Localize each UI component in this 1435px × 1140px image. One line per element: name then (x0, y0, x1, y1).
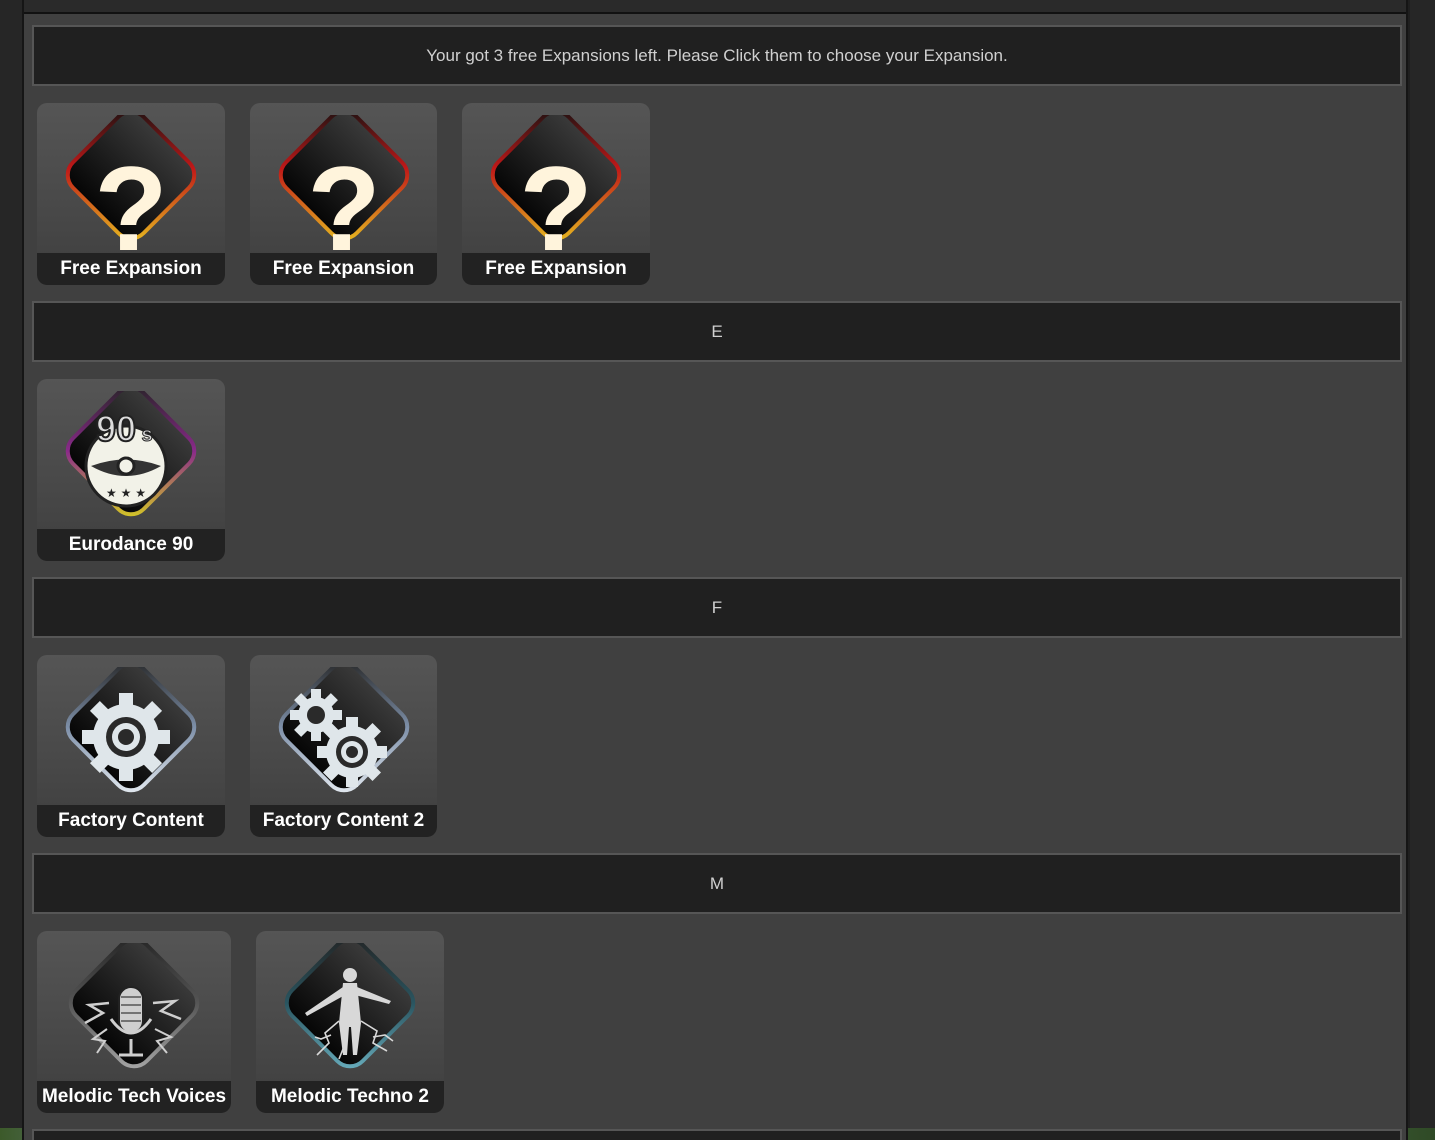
section-header-f: F (32, 577, 1402, 638)
figure-lightning-icon (284, 943, 416, 1069)
expansion-tile-eurodance-90[interactable]: 90 s ★ ★ ★ Eurodance 90 (37, 379, 225, 561)
top-bar (24, 0, 1406, 14)
question-mark-icon: ? (65, 115, 197, 265)
left-margin (0, 0, 22, 1140)
section-letter: M (709, 873, 725, 893)
gear-icon (65, 667, 197, 793)
expansion-tile-factory-content-2[interactable]: Factory Content 2 (250, 655, 437, 837)
tile-label: Melodic Tech Voices (37, 1081, 231, 1113)
svg-text:90: 90 (96, 408, 136, 449)
free-expansion-notice: Your got 3 free Expansions left. Please … (32, 25, 1402, 86)
question-mark-icon: ? (278, 115, 409, 265)
tile-label: Free Expansion (37, 253, 225, 285)
svg-text:?: ? (519, 142, 592, 265)
right-margin (1410, 0, 1435, 1140)
expansion-tile-factory-content[interactable]: Factory Content (37, 655, 225, 837)
microphone-icon (68, 943, 200, 1069)
tile-label: Eurodance 90 (37, 529, 225, 561)
notice-text: Your got 3 free Expansions left. Please … (426, 45, 1008, 65)
svg-text:?: ? (94, 142, 167, 265)
svg-text:★ ★ ★: ★ ★ ★ (106, 486, 146, 500)
section-header-m: M (32, 853, 1402, 914)
section-letter: E (711, 321, 723, 341)
free-expansion-tile-2[interactable]: ? Free Expansion (250, 103, 437, 285)
90s-disc-icon: 90 s ★ ★ ★ (65, 391, 197, 517)
free-expansion-tile-3[interactable]: ? Free Expansion (462, 103, 650, 285)
svg-text:?: ? (307, 142, 380, 265)
section-header-e: E (32, 301, 1402, 362)
free-expansion-tile-1[interactable]: ? Free Expansion (37, 103, 225, 285)
svg-text:s: s (141, 424, 152, 446)
tile-label: Factory Content 2 (250, 805, 437, 837)
question-mark-icon: ? (490, 115, 622, 265)
tile-label: Factory Content (37, 805, 225, 837)
tile-label: Free Expansion (250, 253, 437, 285)
expansion-tile-melodic-tech-voices[interactable]: Melodic Tech Voices (37, 931, 231, 1113)
double-gear-icon (278, 667, 409, 793)
tile-label: Melodic Techno 2 (256, 1081, 444, 1113)
section-header-next (32, 1129, 1402, 1140)
tile-label: Free Expansion (462, 253, 650, 285)
expansion-tile-melodic-techno-2[interactable]: Melodic Techno 2 (256, 931, 444, 1113)
expansion-panel: Your got 3 free Expansions left. Please … (22, 0, 1408, 1140)
section-letter: F (711, 597, 723, 617)
